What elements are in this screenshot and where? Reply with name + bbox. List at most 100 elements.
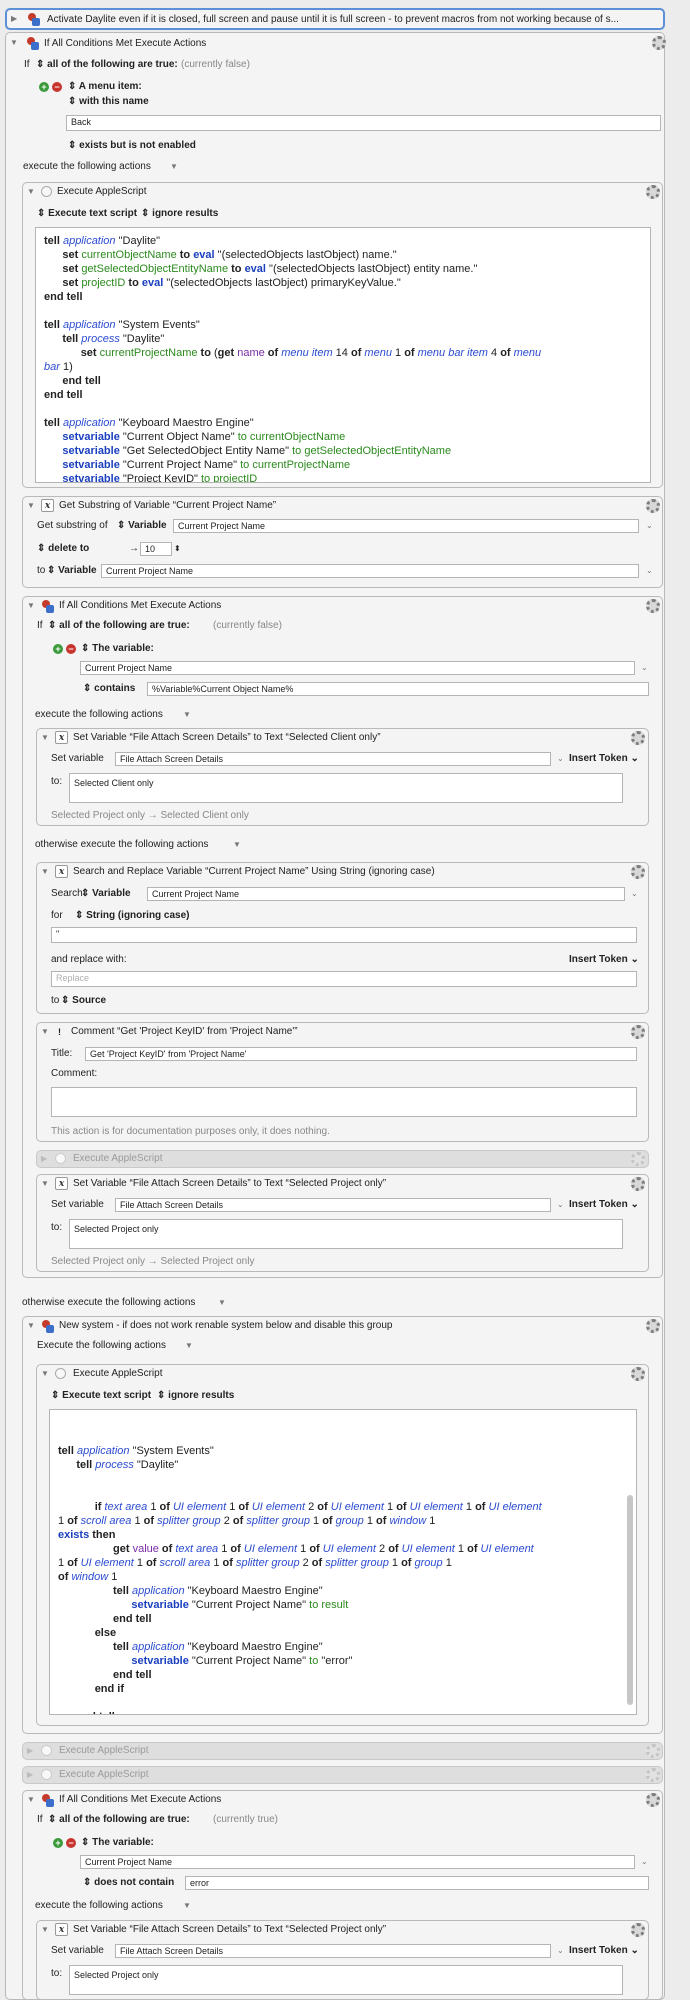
- gear-icon[interactable]: [631, 1152, 645, 1166]
- dest-variable-field[interactable]: Current Project Name: [101, 564, 639, 578]
- expand-icon[interactable]: ▶: [41, 1152, 47, 1166]
- insert-token-button[interactable]: Insert Token ⌄: [569, 1198, 639, 1212]
- script-editor[interactable]: tell application "Daylite" set currentOb…: [35, 227, 651, 483]
- comment-action[interactable]: ▼ ! Comment “Get 'Project KeyID' from 'P…: [36, 1022, 649, 1142]
- text-field[interactable]: Selected Project only: [69, 1965, 623, 1995]
- add-condition-icon[interactable]: +: [53, 1838, 63, 1848]
- condition-value-field[interactable]: error: [185, 1876, 649, 1890]
- source-type-select[interactable]: ⇕ Variable: [117, 519, 167, 533]
- remove-condition-icon[interactable]: −: [66, 1838, 76, 1848]
- condition-type-select[interactable]: ⇕ A menu item:: [68, 80, 142, 94]
- applescript-action-1[interactable]: ▼ Execute AppleScript ⇕ Execute text scr…: [22, 182, 663, 488]
- set-variable-action-2[interactable]: ▼ x Set Variable “File Attach Screen Det…: [36, 1174, 649, 1272]
- search-variable-field[interactable]: Current Project Name: [147, 887, 625, 901]
- condition-mode-select[interactable]: ⇕ all of the following are true:: [36, 58, 178, 72]
- expand-icon[interactable]: ▶: [11, 12, 17, 26]
- menu-item-state-select[interactable]: ⇕ exists but is not enabled: [68, 139, 196, 153]
- variable-name-field[interactable]: File Attach Screen Details: [115, 752, 551, 766]
- condition-mode-select[interactable]: ⇕ all of the following are true:: [48, 1813, 190, 1827]
- then-menu-icon[interactable]: ▼: [183, 1899, 191, 1913]
- set-variable-action-1[interactable]: ▼ x Set Variable “File Attach Screen Det…: [36, 728, 649, 826]
- set-variable-action-3[interactable]: ▼ x Set Variable “File Attach Screen Det…: [36, 1920, 649, 2000]
- text-field[interactable]: Selected Project only: [69, 1219, 623, 1249]
- expand-icon[interactable]: ▶: [27, 1768, 33, 1782]
- source-variable-menu-icon[interactable]: ⌄: [646, 519, 653, 533]
- collapse-icon[interactable]: ▼: [41, 1177, 49, 1191]
- delete-count-field[interactable]: 10: [140, 542, 172, 556]
- gear-icon[interactable]: [646, 499, 660, 513]
- disabled-applescript-action[interactable]: ▶ Execute AppleScript: [36, 1150, 649, 1168]
- delete-mode-select[interactable]: ⇕ delete to: [37, 542, 89, 556]
- comment-field[interactable]: [51, 1087, 637, 1117]
- script-source-select[interactable]: ⇕ Execute text script: [51, 1389, 151, 1403]
- to-type-select[interactable]: ⇕ Source: [61, 994, 106, 1008]
- insert-token-button[interactable]: Insert Token ⌄: [569, 953, 639, 967]
- dest-variable-menu-icon[interactable]: ⌄: [646, 564, 653, 578]
- collapse-icon[interactable]: ▼: [27, 499, 35, 513]
- condition-variable-menu-icon[interactable]: ⌄: [641, 661, 648, 675]
- remove-condition-icon[interactable]: −: [66, 644, 76, 654]
- add-condition-icon[interactable]: +: [53, 644, 63, 654]
- gear-icon[interactable]: [646, 1768, 660, 1782]
- insert-token-button[interactable]: Insert Token ⌄: [569, 752, 639, 766]
- script-result-select[interactable]: ⇕ ignore results: [141, 207, 218, 221]
- add-condition-icon[interactable]: +: [39, 82, 49, 92]
- collapse-icon[interactable]: ▼: [41, 1923, 49, 1937]
- outer-else-menu-icon[interactable]: ▼: [218, 1296, 226, 1310]
- gear-icon[interactable]: [646, 185, 660, 199]
- gear-icon[interactable]: [631, 1367, 645, 1381]
- collapse-icon[interactable]: ▼: [27, 599, 35, 613]
- search-for-field[interactable]: ": [51, 927, 637, 943]
- insert-token-button[interactable]: Insert Token ⌄: [569, 1944, 639, 1958]
- gear-icon[interactable]: [631, 865, 645, 879]
- variable-menu-icon[interactable]: ⌄: [557, 1944, 564, 1958]
- replace-field[interactable]: Replace: [51, 971, 637, 987]
- count-stepper[interactable]: ⬍: [174, 542, 181, 556]
- condition-variable-field[interactable]: Current Project Name: [80, 1855, 635, 1869]
- gear-icon[interactable]: [652, 36, 666, 50]
- collapse-icon[interactable]: ▼: [27, 1793, 35, 1807]
- condition-operator-select[interactable]: ⇕ contains: [83, 682, 135, 696]
- comment-title-field[interactable]: Get 'Project KeyID' from 'Project Name': [85, 1047, 637, 1061]
- variable-name-field[interactable]: File Attach Screen Details: [115, 1944, 551, 1958]
- script-editor[interactable]: tell application "System Events" tell pr…: [49, 1409, 637, 1715]
- gear-icon[interactable]: [646, 599, 660, 613]
- script-result-select[interactable]: ⇕ ignore results: [157, 1389, 234, 1403]
- menu-item-name-field[interactable]: Back: [66, 115, 661, 131]
- collapse-icon[interactable]: ▼: [41, 1025, 49, 1039]
- then-menu-icon[interactable]: ▼: [183, 708, 191, 722]
- collapse-icon[interactable]: ▼: [41, 1367, 49, 1381]
- gear-icon[interactable]: [631, 1923, 645, 1937]
- source-variable-field[interactable]: Current Project Name: [173, 519, 639, 533]
- gear-icon[interactable]: [646, 1319, 660, 1333]
- variable-menu-icon[interactable]: ⌄: [557, 1198, 564, 1212]
- text-field[interactable]: Selected Client only: [69, 773, 623, 803]
- condition-type-select[interactable]: ⇕ The variable:: [81, 642, 154, 656]
- condition-operator-select[interactable]: ⇕ does not contain: [83, 1876, 174, 1890]
- search-replace-action[interactable]: ▼ x Search and Replace Variable “Current…: [36, 862, 649, 1014]
- gear-icon[interactable]: [631, 1025, 645, 1039]
- top-action[interactable]: ▶ Activate Daylite even if it is closed,…: [5, 8, 665, 30]
- collapse-icon[interactable]: ▼: [41, 731, 49, 745]
- gear-icon[interactable]: [646, 1793, 660, 1807]
- substring-action[interactable]: ▼ x Get Substring of Variable “Current P…: [22, 496, 663, 588]
- for-type-select[interactable]: ⇕ String (ignoring case): [75, 909, 190, 923]
- remove-condition-icon[interactable]: −: [52, 82, 62, 92]
- gear-icon[interactable]: [631, 1177, 645, 1191]
- condition-variable-field[interactable]: Current Project Name: [80, 661, 635, 675]
- collapse-icon[interactable]: ▼: [27, 185, 35, 199]
- condition-variable-menu-icon[interactable]: ⌄: [641, 1855, 648, 1869]
- gear-icon[interactable]: [631, 731, 645, 745]
- search-variable-menu-icon[interactable]: ⌄: [631, 887, 638, 901]
- collapse-icon[interactable]: ▼: [41, 865, 49, 879]
- collapse-icon[interactable]: ▼: [27, 1319, 35, 1333]
- menu-name-mode-select[interactable]: ⇕ with this name: [68, 95, 149, 109]
- condition-mode-select[interactable]: ⇕ all of the following are true:: [48, 619, 190, 633]
- applescript-action-2[interactable]: ▼ Execute AppleScript ⇕ Execute text scr…: [36, 1364, 649, 1726]
- variable-menu-icon[interactable]: ⌄: [557, 752, 564, 766]
- condition-value-field[interactable]: %Variable%Current Object Name%: [147, 682, 649, 696]
- then-menu-icon[interactable]: ▼: [185, 1339, 193, 1353]
- script-source-select[interactable]: ⇕ Execute text script: [37, 207, 137, 221]
- variable-name-field[interactable]: File Attach Screen Details: [115, 1198, 551, 1212]
- dest-type-select[interactable]: ⇕ Variable: [47, 564, 97, 578]
